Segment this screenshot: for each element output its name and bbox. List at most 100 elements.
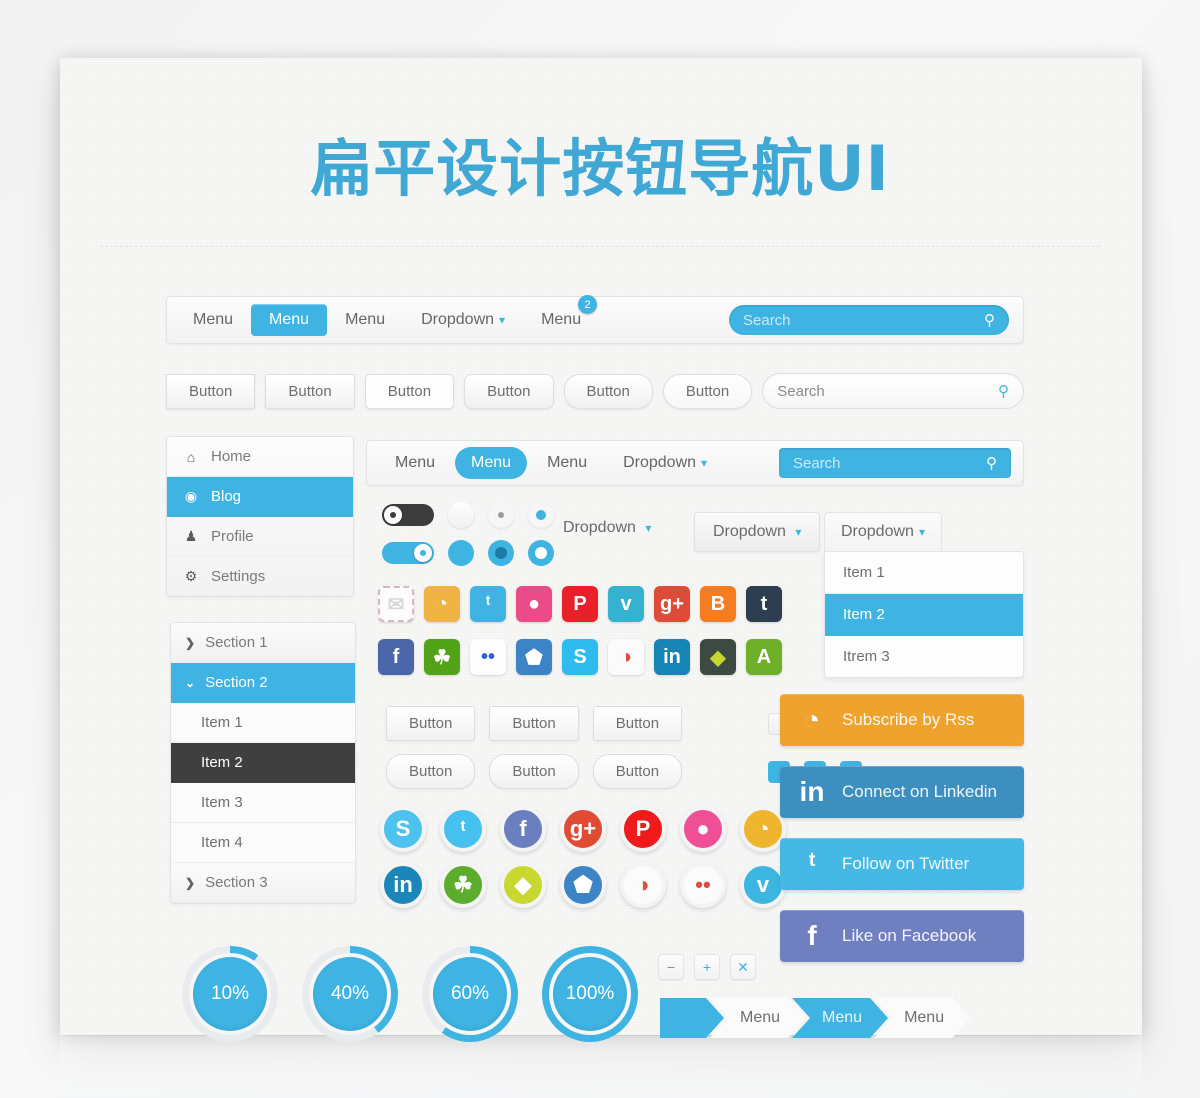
tumblr-icon[interactable]: t [746, 586, 782, 622]
plus-button[interactable]: + [694, 954, 720, 980]
linkedin-icon[interactable]: in [654, 639, 690, 675]
breadcrumb-item-1[interactable]: Menu [710, 998, 806, 1038]
breadcrumb[interactable]: Menu Menu Menu [660, 998, 970, 1038]
minus-button[interactable]: − [658, 954, 684, 980]
cta-rss[interactable]: ◔ Subscribe by Rss [780, 694, 1024, 746]
blogger-icon[interactable]: B [700, 586, 736, 622]
nav2-item-2[interactable]: Menu [531, 447, 603, 479]
button-2[interactable]: Button [364, 373, 455, 409]
accordion-section-6[interactable]: ❯ Section 3 [171, 863, 355, 903]
dropdown-menu-item-2[interactable]: Itrem 3 [825, 636, 1023, 677]
cta-linkedin[interactable]: in Connect on Linkedin [780, 766, 1024, 818]
sidebar-item-profile[interactable]: ♟ Profile [167, 517, 353, 557]
mid-button-0-2[interactable]: Button [592, 706, 683, 741]
dribbble-icon[interactable]: ● [516, 586, 552, 622]
deviantart-icon[interactable]: ◆ [500, 862, 546, 908]
nav2-item-1[interactable]: Menu [455, 447, 528, 479]
search-field[interactable]: Search ⚲ [729, 305, 1009, 335]
button-1[interactable]: Button [265, 373, 355, 409]
dropdown-menu-item-0[interactable]: Item 1 [825, 552, 1023, 594]
radio-ring-white[interactable] [528, 540, 554, 566]
skype-icon[interactable]: S [380, 806, 426, 852]
toggle-off[interactable] [382, 504, 434, 526]
facebook-icon[interactable]: f [500, 806, 546, 852]
accordion-section-1[interactable]: ⌄ Section 2 [171, 663, 355, 703]
breadcrumb-item-0[interactable] [660, 998, 724, 1038]
radio-empty[interactable] [448, 502, 474, 528]
accordion-section-0[interactable]: ❯ Section 1 [171, 623, 355, 663]
button-4[interactable]: Button [563, 373, 653, 409]
accordion-item-2[interactable]: Item 1 [171, 703, 355, 743]
mid-button-0-1[interactable]: Button [489, 706, 579, 741]
dribbble-icon[interactable]: ● [680, 806, 726, 852]
cta-twitter[interactable]: ᵗ Follow on Twitter [780, 838, 1024, 890]
nav-item-2[interactable]: Menu [327, 304, 403, 336]
sidebar-item-blog[interactable]: ◉ Blog [167, 477, 353, 517]
toggle-radio-group[interactable] [382, 502, 554, 578]
dropdown-open-header[interactable]: Dropdown ▾ [824, 512, 942, 551]
pinterest-icon[interactable]: P [562, 586, 598, 622]
nav-item-0[interactable]: Menu [175, 304, 251, 336]
twitter-icon: ᵗ [808, 848, 816, 879]
evernote-icon[interactable]: ☘ [440, 862, 486, 908]
twitter-icon[interactable]: ᵗ [470, 586, 506, 622]
radio-ring-dark[interactable] [488, 540, 514, 566]
radio-dotblue[interactable] [528, 502, 554, 528]
nav-item-4[interactable]: Menu 2 [523, 295, 599, 336]
dropdown-button[interactable]: Dropdown ▾ [694, 512, 821, 552]
radio-dotgrey[interactable] [488, 502, 514, 528]
cta-facebook[interactable]: f Like on Facebook [780, 910, 1024, 962]
dropbox-icon[interactable]: ⬟ [560, 862, 606, 908]
sidebar-primary[interactable]: ⌂ Home ◉ Blog ♟ Profile ⚙ Settings [166, 436, 354, 597]
vimeo-icon[interactable]: v [608, 586, 644, 622]
nav-item-3[interactable]: Dropdown ▾ [403, 304, 523, 336]
twitter-icon[interactable]: ᵗ [440, 806, 486, 852]
forrst-icon[interactable]: A [746, 639, 782, 675]
mid-button-1-1[interactable]: Button [489, 754, 579, 789]
accordion-item-3[interactable]: Item 2 [171, 743, 355, 783]
pinterest-icon[interactable]: P [620, 806, 666, 852]
accordion-item-5[interactable]: Item 4 [171, 823, 355, 863]
linkedin-icon[interactable]: in [380, 862, 426, 908]
accordion-item-4[interactable]: Item 3 [171, 783, 355, 823]
toggle-on[interactable] [382, 542, 434, 564]
nav2-item-0[interactable]: Menu [379, 447, 451, 479]
googleplus-icon[interactable]: g+ [560, 806, 606, 852]
sidebar-item-home[interactable]: ⌂ Home [167, 437, 353, 477]
nav-item-1[interactable]: Menu [251, 304, 328, 336]
dropbox-icon[interactable]: ⬟ [516, 639, 552, 675]
search-field-2[interactable]: Search ⚲ [762, 373, 1024, 409]
mid-button-0-0[interactable]: Button [386, 706, 476, 741]
evernote-icon[interactable]: ☘ [424, 639, 460, 675]
search-field-3[interactable]: Search ⚲ [779, 448, 1011, 478]
nav2-item-3[interactable]: Dropdown ▾ [607, 447, 723, 479]
mid-button-1-2[interactable]: Button [592, 754, 683, 789]
button-0[interactable]: Button [166, 373, 256, 409]
dropdown-open-menu: Item 1 Item 2 Itrem 3 [824, 551, 1024, 678]
sidebar-accordion[interactable]: ❯ Section 1 ⌄ Section 2 Item 1 Item 2 Item 3 It… [170, 622, 356, 904]
mid-button-1-0[interactable]: Button [386, 754, 476, 789]
close-button[interactable]: ✕ [730, 954, 756, 980]
top-navbar[interactable]: Menu Menu Menu Dropdown ▾ Menu 2 Search ⚲ [166, 295, 1024, 344]
dropdown-open[interactable]: Dropdown ▾ Item 1 Item 2 Itrem 3 [824, 512, 1024, 678]
sidebar-item-settings[interactable]: ⚙ Settings [167, 557, 353, 596]
flickr-icon[interactable]: •• [470, 639, 506, 675]
breadcrumb-item-2[interactable]: Menu [792, 998, 888, 1038]
skype-icon[interactable]: S [562, 639, 598, 675]
facebook-icon[interactable]: f [378, 639, 414, 675]
button-3[interactable]: Button [464, 373, 554, 409]
rss-icon[interactable]: ◔ [424, 586, 460, 622]
secondary-navbar[interactable]: Menu Menu Menu Dropdown ▾ Search ⚲ [366, 440, 1024, 486]
picasa-icon[interactable]: ◑ [608, 639, 644, 675]
dropdown-menu-item-1[interactable]: Item 2 [825, 594, 1023, 636]
flickr-icon[interactable]: •• [680, 862, 726, 908]
button-5[interactable]: Button [662, 373, 753, 409]
deviantart-icon[interactable]: ◆ [700, 639, 736, 675]
breadcrumb-item-3[interactable]: Menu [874, 998, 970, 1038]
dropdown-plain[interactable]: Dropdown ▾ [563, 519, 651, 537]
email-icon[interactable]: ✉ [378, 586, 414, 622]
radio-solid[interactable] [448, 540, 474, 566]
googleplus-icon[interactable]: g+ [654, 586, 690, 622]
toggle-line-1 [382, 540, 554, 566]
picasa-icon[interactable]: ◑ [620, 862, 666, 908]
